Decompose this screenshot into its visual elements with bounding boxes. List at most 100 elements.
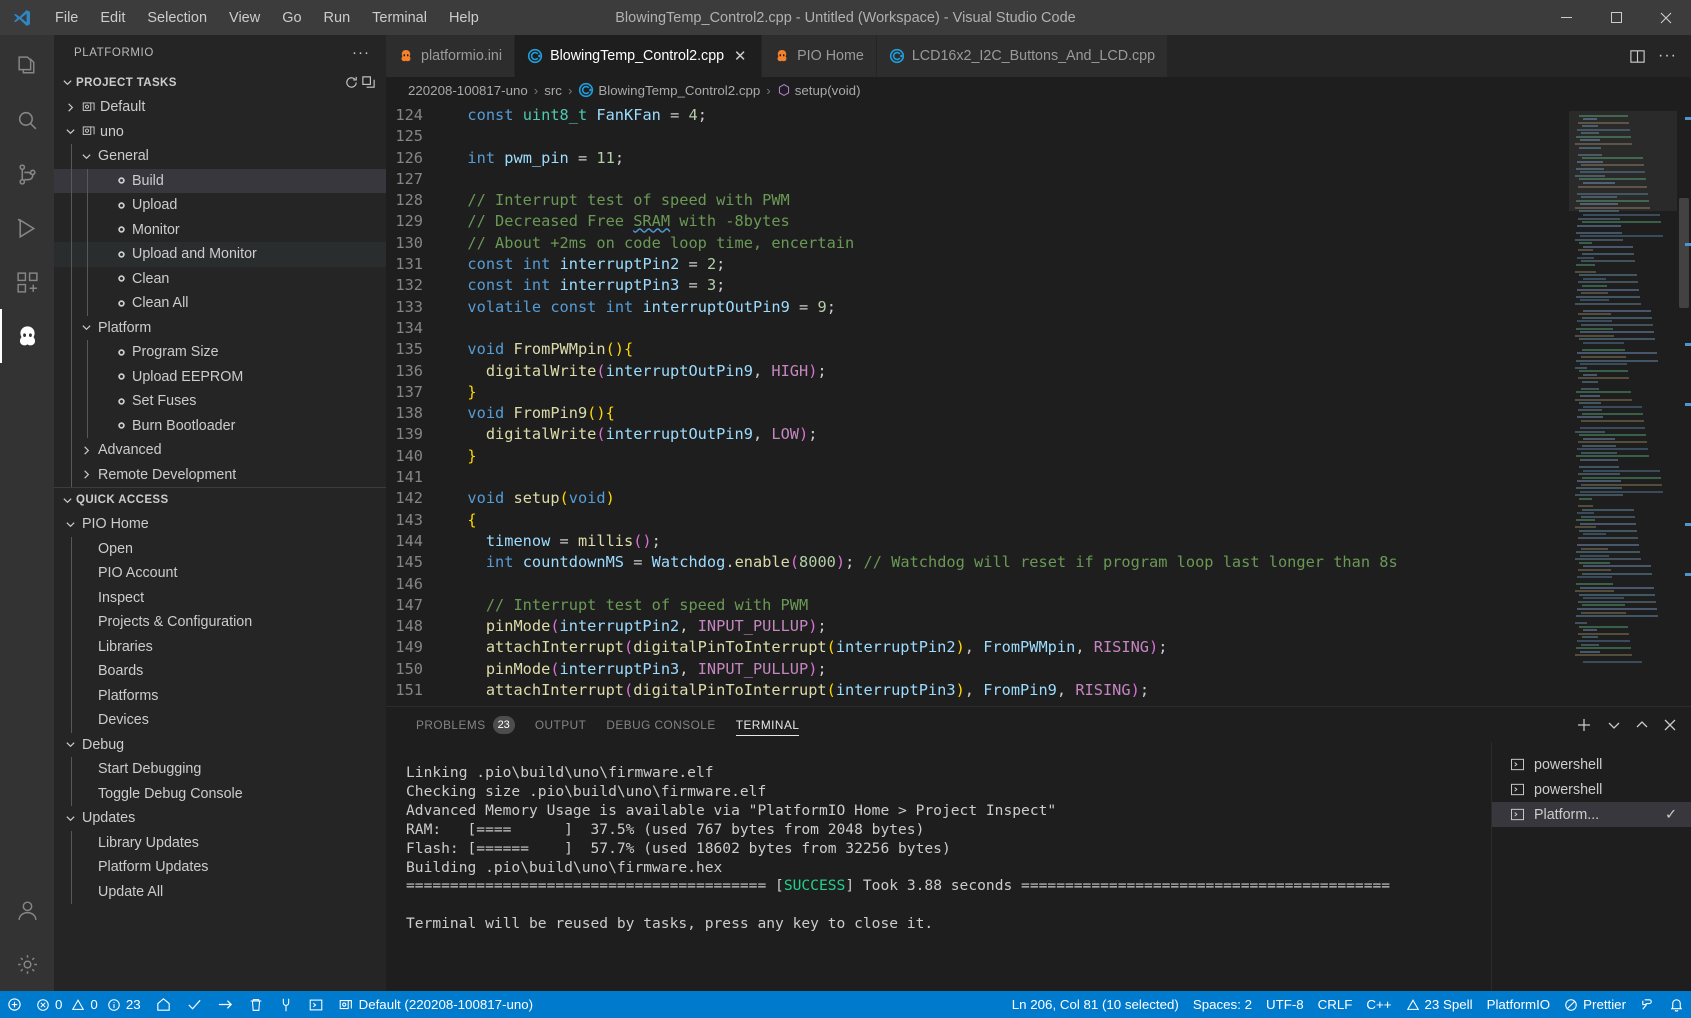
tree-item-general[interactable]: General (54, 144, 386, 169)
panel-actions[interactable] (1575, 716, 1691, 734)
code-text[interactable]: int pwm_pin = 11; (449, 148, 624, 169)
chevron-right-icon[interactable] (62, 102, 79, 113)
code-text[interactable]: void FromPWMpin(){ (449, 339, 633, 360)
collapse-all-icon[interactable] (361, 75, 376, 90)
code-line[interactable]: 131 const int interruptPin2 = 2; (386, 254, 1569, 275)
tree-item-toggle-debug-console[interactable]: Toggle Debug Console (54, 781, 386, 806)
code-text[interactable]: void FromPin9(){ (449, 403, 614, 424)
more-actions-icon[interactable]: ··· (1658, 47, 1677, 65)
panel-tab-output[interactable]: OUTPUT (525, 707, 597, 742)
code-text[interactable]: const int interruptPin3 = 3; (449, 275, 725, 296)
code-text[interactable]: void setup(void) (449, 488, 614, 509)
tree-item-inspect[interactable]: Inspect (54, 585, 386, 610)
code-text[interactable]: digitalWrite(interruptOutPin9, HIGH); (449, 361, 827, 382)
code-text[interactable]: volatile const int interruptOutPin9 = 9; (449, 297, 835, 318)
tree-item-boards[interactable]: Boards (54, 659, 386, 684)
menu-selection[interactable]: Selection (136, 6, 218, 30)
code-line[interactable]: 130 // About +2ms on code loop time, enc… (386, 233, 1569, 254)
code-text[interactable]: } (449, 382, 476, 403)
close-icon[interactable] (1641, 0, 1691, 35)
code-text[interactable]: pinMode(interruptPin3, INPUT_PULLUP); (449, 659, 827, 680)
breadcrumb-item[interactable]: 220208-100817-uno (408, 83, 528, 98)
refresh-icon[interactable] (344, 75, 359, 90)
code-line[interactable]: 141 (386, 467, 1569, 488)
status-prettier[interactable]: Prettier (1557, 991, 1633, 1018)
status-remote-open[interactable] (1633, 991, 1662, 1018)
tree-item-burn-bootloader[interactable]: Burn Bootloader (54, 413, 386, 438)
panel-tab-debug-console[interactable]: DEBUG CONSOLE (596, 707, 725, 742)
files-icon[interactable] (0, 39, 54, 93)
tree-item-advanced[interactable]: Advanced (54, 438, 386, 463)
status-indentation[interactable]: Spaces: 2 (1186, 991, 1259, 1018)
debug-alt-icon[interactable] (0, 201, 54, 255)
code-line[interactable]: 144 timenow = millis(); (386, 531, 1569, 552)
terminal-tabs-list[interactable]: powershell powershell Platform... ✓ (1491, 742, 1691, 991)
code-line[interactable]: 133 volatile const int interruptOutPin9 … (386, 297, 1569, 318)
menu-view[interactable]: View (218, 6, 271, 30)
chevron-down-icon[interactable] (78, 322, 95, 333)
chevron-down-icon[interactable] (62, 519, 79, 530)
breadcrumb[interactable]: 220208-100817-uno › src › BlowingTemp_Contro… (386, 77, 1691, 103)
code-text[interactable]: // About +2ms on code loop time, encerta… (449, 233, 854, 254)
tree-item-clean[interactable]: Clean (54, 266, 386, 291)
code-line[interactable]: 135 void FromPWMpin(){ (386, 339, 1569, 360)
editor-tab-lcd16x2-i2c-buttons-and-lcd-cpp[interactable]: LCD16x2_I2C_Buttons_And_LCD.cpp (876, 35, 1169, 77)
status-pio-build[interactable] (179, 991, 210, 1018)
status-encoding[interactable]: UTF-8 (1259, 991, 1311, 1018)
tree-item-open[interactable]: Open (54, 536, 386, 561)
tree-item-default[interactable]: Default (54, 95, 386, 120)
close-icon[interactable]: ✕ (731, 47, 749, 65)
menu-edit[interactable]: Edit (89, 6, 136, 30)
code-line[interactable]: 151 attachInterrupt(digitalPinToInterrup… (386, 680, 1569, 701)
editor-tabs[interactable]: platformio.ini BlowingTemp_Control2.cpp ✕ P… (386, 35, 1691, 77)
tree-item-start-debugging[interactable]: Start Debugging (54, 757, 386, 782)
tree-item-libraries[interactable]: Libraries (54, 634, 386, 659)
tree-item-upload[interactable]: Upload (54, 193, 386, 218)
tree-item-pio-account[interactable]: PIO Account (54, 561, 386, 586)
search-icon[interactable] (0, 93, 54, 147)
terminal-list-item[interactable]: powershell (1492, 752, 1691, 777)
add-terminal-icon[interactable] (1575, 716, 1593, 734)
terminal-list-item[interactable]: Platform... ✓ (1492, 802, 1691, 827)
code-line[interactable]: 145 int countdownMS = Watchdog.enable(80… (386, 552, 1569, 573)
status-editor-position[interactable]: Ln 206, Col 81 (10 selected) (1005, 991, 1186, 1018)
gear-icon[interactable] (0, 937, 54, 991)
code-line[interactable]: 134 (386, 318, 1569, 339)
code-line[interactable]: 125 (386, 126, 1569, 147)
chevron-down-icon[interactable] (78, 151, 95, 162)
sidebar-more-actions-icon[interactable]: ··· (344, 44, 378, 61)
code-line[interactable]: 148 pinMode(interruptPin2, INPUT_PULLUP)… (386, 616, 1569, 637)
code-lines[interactable]: 124 const uint8_t FanKFan = 4; 125 126 int… (386, 103, 1569, 701)
code-line[interactable]: 140 } (386, 446, 1569, 467)
minimap[interactable] (1569, 103, 1677, 706)
panel-tab-problems[interactable]: PROBLEMS 23 (406, 707, 525, 742)
code-line[interactable]: 139 digitalWrite(interruptOutPin9, LOW); (386, 424, 1569, 445)
code-text[interactable]: attachInterrupt(digitalPinToInterrupt(in… (449, 680, 1149, 701)
code-text[interactable]: attachInterrupt(digitalPinToInterrupt(in… (449, 637, 1168, 658)
project-tasks-tree[interactable]: Default uno General Build Upload Monitor Uploa… (54, 95, 386, 487)
status-pio-env[interactable]: Default (220208-100817-uno) (331, 991, 540, 1018)
breadcrumb-item[interactable]: src (544, 83, 562, 98)
code-text[interactable]: const uint8_t FanKFan = 4; (449, 105, 707, 126)
code-line[interactable]: 143 { (386, 510, 1569, 531)
menu-help[interactable]: Help (438, 6, 490, 30)
chevron-down-icon[interactable] (1607, 718, 1621, 732)
close-panel-icon[interactable] (1663, 718, 1677, 732)
terminal-output[interactable]: Linking .pio\build\uno\firmware.elf Check… (386, 742, 1491, 991)
code-line[interactable]: 136 digitalWrite(interruptOutPin9, HIGH)… (386, 361, 1569, 382)
tree-item-update-all[interactable]: Update All (54, 879, 386, 904)
code-text[interactable]: timenow = millis(); (449, 531, 661, 552)
status-pio-upload[interactable] (210, 991, 241, 1018)
status-spell-checker[interactable]: 23 Spell (1399, 991, 1480, 1018)
code-text[interactable]: // Decreased Free SRAM with -8bytes (449, 211, 789, 232)
quick-access-tree[interactable]: PIO Home Open PIO Account Inspect Projects &… (54, 512, 386, 904)
tree-item-program-size[interactable]: Program Size (54, 340, 386, 365)
tree-item-platforms[interactable]: Platforms (54, 683, 386, 708)
minimap-slider[interactable] (1569, 111, 1677, 211)
code-text[interactable]: const int interruptPin2 = 2; (449, 254, 725, 275)
code-text[interactable]: { (449, 510, 476, 531)
maximize-panel-icon[interactable] (1635, 718, 1649, 732)
code-text[interactable]: pinMode(interruptPin2, INPUT_PULLUP); (449, 616, 827, 637)
tree-item-updates[interactable]: Updates (54, 806, 386, 831)
breadcrumb-item[interactable]: setup(void) (777, 83, 861, 98)
